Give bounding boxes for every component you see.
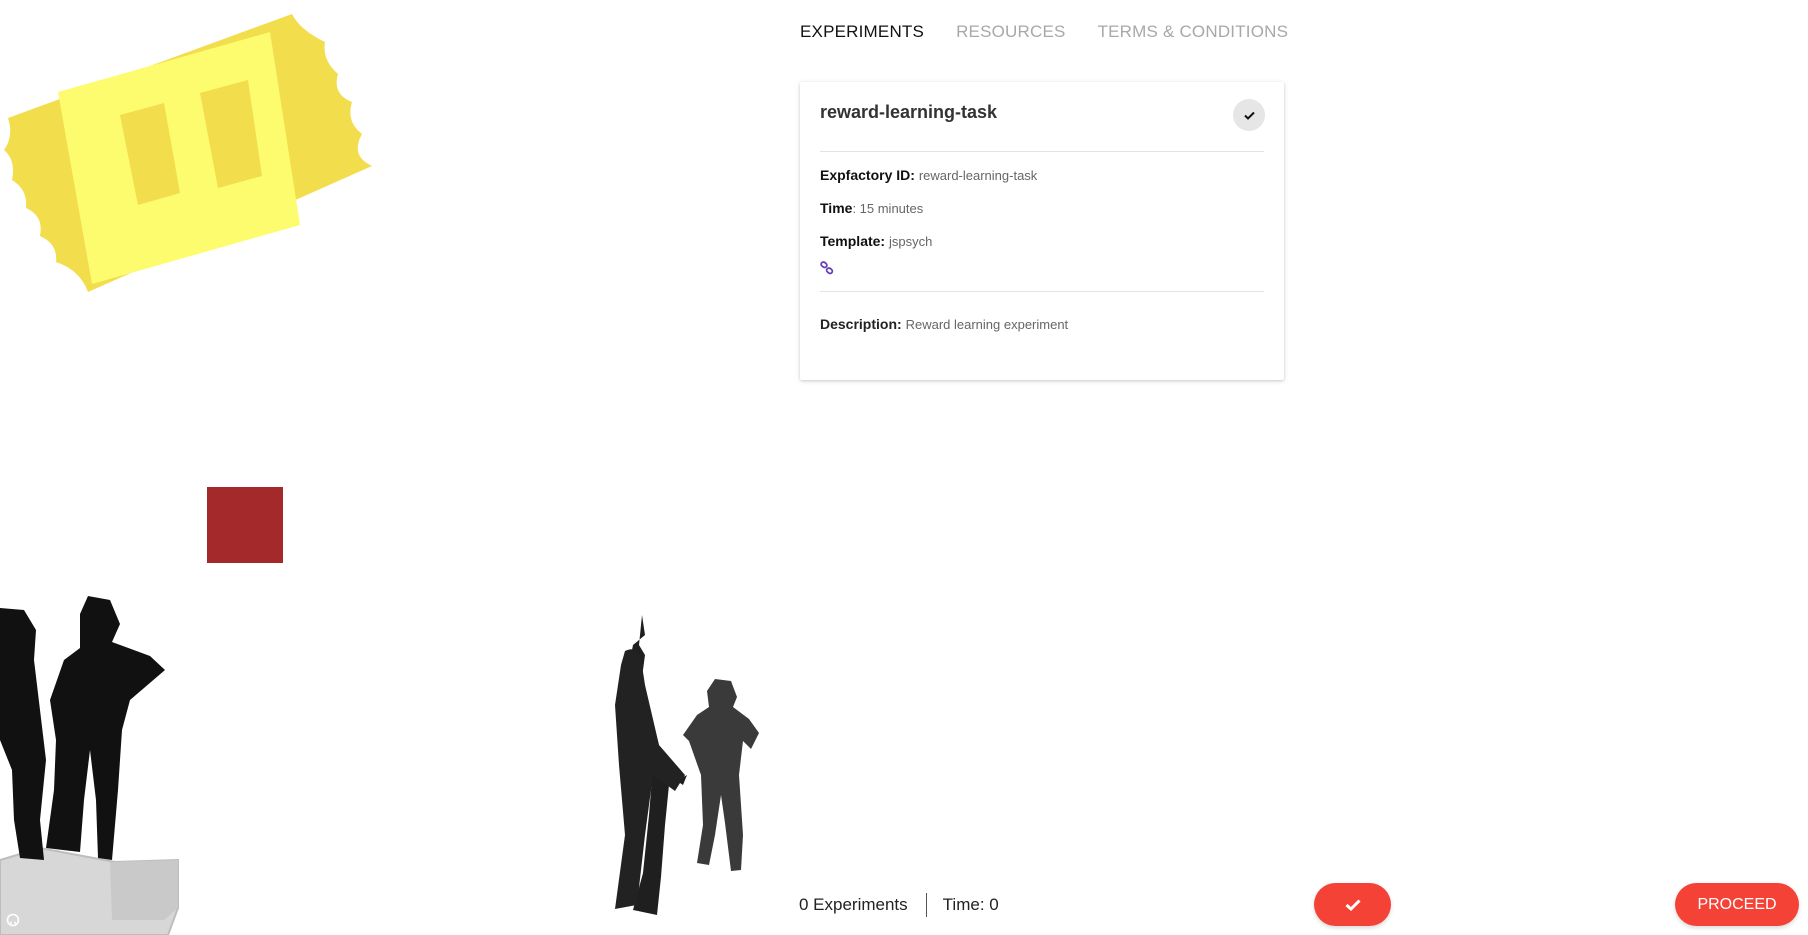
description-value: Reward learning experiment xyxy=(905,317,1069,332)
card-divider-top xyxy=(820,151,1264,152)
template-value: jspsych xyxy=(888,234,933,249)
tab-resources[interactable]: RESOURCES xyxy=(956,22,1066,42)
proceed-button[interactable]: PROCEED xyxy=(1675,883,1799,926)
experiments-count: 0 Experiments xyxy=(799,895,908,914)
golden-ticket-logo xyxy=(4,14,372,292)
people-on-podium-illustration xyxy=(0,596,179,935)
red-square-decoration xyxy=(207,487,283,563)
experiment-title: reward-learning-task xyxy=(820,102,998,122)
time-total: Time: 0 xyxy=(942,895,999,914)
expfactory-id-label: Expfactory ID: xyxy=(820,167,915,183)
time-row: Time: 15 minutes xyxy=(820,199,1264,218)
description-row: Description: Reward learning experiment xyxy=(820,316,1264,332)
time-label: Time xyxy=(820,200,853,216)
summary-divider xyxy=(925,893,927,917)
check-icon xyxy=(1345,898,1361,911)
main-tabs: EXPERIMENTS RESOURCES TERMS & CONDITIONS xyxy=(800,22,1288,42)
experiment-link[interactable] xyxy=(820,261,1264,277)
experiment-card: reward-learning-task Expfactory ID: rewa… xyxy=(800,82,1284,380)
template-row: Template: jspsych xyxy=(820,232,1264,251)
github-icon[interactable] xyxy=(6,913,20,927)
link-icon xyxy=(820,261,834,275)
time-value: : 15 minutes xyxy=(852,201,924,216)
expfactory-id-value: reward-learning-task xyxy=(918,168,1038,183)
select-experiment-toggle[interactable] xyxy=(1233,99,1265,131)
select-all-button[interactable] xyxy=(1314,883,1391,926)
card-divider-bottom xyxy=(820,291,1264,292)
check-icon xyxy=(1243,111,1255,120)
selection-summary: 0 Experiments Time: 0 xyxy=(799,893,999,917)
template-label: Template: xyxy=(820,233,886,249)
tab-terms-conditions[interactable]: TERMS & CONDITIONS xyxy=(1098,22,1289,42)
expfactory-id-row: Expfactory ID: reward-learning-task xyxy=(820,166,1264,185)
description-label: Description: xyxy=(820,316,902,332)
pointing-people-illustration xyxy=(615,615,759,915)
tab-experiments[interactable]: EXPERIMENTS xyxy=(800,22,924,42)
